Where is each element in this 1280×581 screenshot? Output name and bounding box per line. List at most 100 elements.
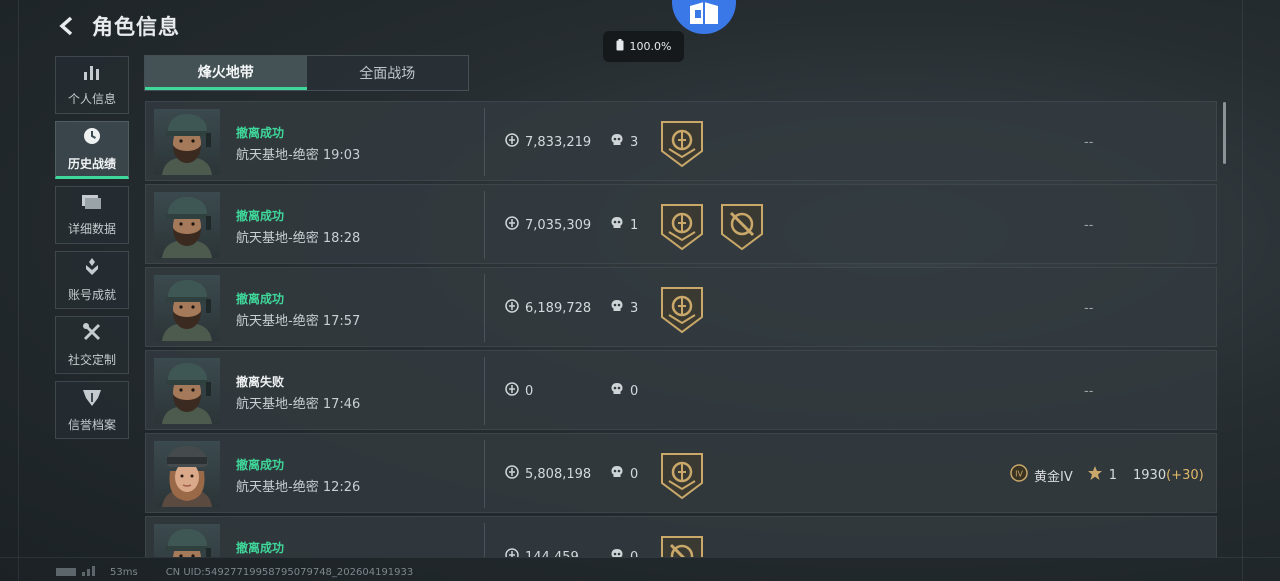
coin-icon bbox=[505, 216, 519, 234]
emblem-badge-icon[interactable] bbox=[659, 285, 705, 335]
skull-icon bbox=[610, 216, 624, 234]
value-amount: 6,189,728 bbox=[525, 300, 592, 316]
extraction-status: 撤离成功 bbox=[236, 209, 285, 223]
map-and-time: 航天基地-绝密 12:26 bbox=[236, 480, 361, 495]
kills-count: 0 bbox=[630, 383, 639, 399]
kills-count: 3 bbox=[630, 300, 639, 316]
coin-icon bbox=[505, 465, 519, 483]
player-avatar bbox=[154, 275, 220, 341]
row-divider bbox=[484, 191, 485, 259]
shield-wing-icon bbox=[81, 387, 103, 411]
map-and-time: 航天基地-绝密 17:46 bbox=[236, 397, 361, 412]
sidebar-item-detailed-data[interactable]: 详细数据 bbox=[55, 186, 129, 244]
player-avatar bbox=[154, 441, 220, 507]
extraction-status: 撤离成功 bbox=[236, 458, 285, 472]
sidebar-item-credit-record[interactable]: 信誉档案 bbox=[55, 381, 129, 439]
value-amount: 7,035,309 bbox=[525, 217, 592, 233]
player-avatar bbox=[154, 192, 220, 258]
value-amount: 5,808,198 bbox=[525, 466, 592, 482]
row-divider bbox=[484, 274, 485, 342]
kills-stat: 0 bbox=[610, 548, 638, 557]
emblem-badge-icon[interactable] bbox=[659, 202, 705, 252]
rank-placeholder: -- bbox=[1084, 384, 1094, 399]
rank-stars: 1 bbox=[1108, 467, 1118, 483]
sidebar-item-label: 信誉档案 bbox=[67, 418, 116, 432]
rank-placeholder: -- bbox=[1084, 135, 1094, 150]
crosshair-badge-icon[interactable] bbox=[719, 202, 765, 252]
skull-icon bbox=[610, 133, 624, 151]
row-divider bbox=[484, 108, 485, 176]
skull-icon bbox=[610, 465, 624, 483]
page-title: 角色信息 bbox=[92, 15, 180, 39]
match-record-row[interactable]: 撤离成功 航天基地-绝密 12:26 5,808,198 0 IV 黄金IV 1 1930 (+… bbox=[145, 433, 1217, 513]
rank-tier: 黄金IV bbox=[1034, 469, 1073, 485]
back-arrow-icon[interactable] bbox=[54, 13, 80, 39]
folder-icon bbox=[81, 193, 103, 215]
match-record-row[interactable]: 撤离成功航天基地-绝密 17:57 6,189,728 3 -- bbox=[145, 267, 1217, 347]
app-logo-icon bbox=[672, 0, 736, 34]
svg-text:IV: IV bbox=[1015, 470, 1023, 479]
match-record-row[interactable]: 撤离成功 144,459 0 bbox=[145, 516, 1217, 557]
sidebar-item-label: 历史战绩 bbox=[67, 157, 116, 171]
bar-chart-icon bbox=[82, 63, 102, 85]
value-stat: 5,808,198 bbox=[505, 465, 591, 483]
list-scrollbar[interactable] bbox=[1223, 102, 1226, 164]
skull-icon bbox=[610, 548, 624, 557]
value-stat: 7,035,309 bbox=[505, 216, 591, 234]
row-divider bbox=[484, 523, 485, 557]
coin-icon bbox=[505, 548, 519, 557]
signal-icon bbox=[56, 566, 100, 579]
value-amount: 0 bbox=[525, 383, 534, 399]
map-and-time: 航天基地-绝密 18:28 bbox=[236, 231, 361, 246]
sidebar-item-label: 个人信息 bbox=[67, 92, 116, 106]
match-record-row[interactable]: 撤离成功 航天基地-绝密 19:03 7,833,219 3 -- bbox=[145, 101, 1217, 181]
sidebar-item-history[interactable]: 历史战绩 bbox=[55, 121, 129, 179]
player-avatar bbox=[154, 109, 220, 175]
ping-label: 53ms bbox=[110, 567, 138, 578]
rank-score: 1930 bbox=[1133, 467, 1167, 483]
footer: 53ms CN UID:5492771995879507​9748_202604… bbox=[56, 566, 413, 579]
kills-count: 3 bbox=[630, 134, 639, 150]
sidebar-item-label: 账号成就 bbox=[67, 288, 116, 302]
battery-status: 100.0% bbox=[603, 31, 684, 62]
extraction-status: 撤离成功 bbox=[236, 126, 285, 140]
value-stat: 144,459 bbox=[505, 548, 579, 557]
sidebar: 个人信息 历史战绩 详细数据 账号成就 社交定制 信誉档案 bbox=[55, 56, 129, 446]
sidebar-item-achievements[interactable]: 账号成就 bbox=[55, 251, 129, 309]
battery-icon bbox=[616, 39, 624, 54]
emblem-badge-icon[interactable] bbox=[659, 451, 705, 501]
sidebar-item-social-custom[interactable]: 社交定制 bbox=[55, 316, 129, 374]
crosshair-badge-icon[interactable] bbox=[659, 534, 705, 557]
value-amount: 7,833,219 bbox=[525, 134, 592, 150]
kills-count: 1 bbox=[630, 217, 639, 233]
row-divider bbox=[484, 440, 485, 508]
value-amount: 144,459 bbox=[525, 549, 579, 558]
star-icon bbox=[1087, 465, 1103, 485]
value-stat: 7,833,219 bbox=[505, 133, 591, 151]
match-record-row[interactable]: 撤离失败 航天基地-绝密 17:46 0 0 -- bbox=[145, 350, 1217, 430]
sidebar-item-personal-info[interactable]: 个人信息 bbox=[55, 56, 129, 114]
kills-count: 0 bbox=[630, 549, 639, 558]
mode-tabs: 烽火地带 全面战场 bbox=[144, 55, 469, 91]
value-stat: 6,189,728 bbox=[505, 299, 591, 317]
coin-icon bbox=[505, 133, 519, 151]
player-avatar bbox=[154, 358, 220, 424]
achievement-icon bbox=[82, 257, 102, 281]
tab-full-battlefield[interactable]: 全面战场 bbox=[307, 56, 469, 90]
skull-icon bbox=[610, 299, 624, 317]
extraction-status: 撤离成功 bbox=[236, 541, 285, 555]
map-and-time: 航天基地-绝密 17:57 bbox=[236, 314, 361, 329]
rank-placeholder: -- bbox=[1084, 301, 1094, 316]
uid-label: CN UID:5492771995879507​9748_20260419193… bbox=[165, 567, 414, 578]
match-record-row[interactable]: 撤离成功 航天基地-绝密 18:28 7,035,309 1 -- bbox=[145, 184, 1217, 264]
coin-icon bbox=[505, 299, 519, 317]
rank-info: IV 黄金IV 1 1930 (+30) bbox=[1010, 464, 1204, 486]
sidebar-item-label: 社交定制 bbox=[67, 353, 116, 367]
tab-hazard-zone[interactable]: 烽火地带 bbox=[145, 56, 307, 90]
history-clock-icon bbox=[82, 126, 102, 150]
battery-label: 100.0% bbox=[629, 40, 672, 53]
extraction-status: 撤离成功 bbox=[236, 292, 285, 306]
emblem-badge-icon[interactable] bbox=[659, 119, 705, 169]
skull-icon bbox=[610, 382, 624, 400]
match-history-list: 撤离成功 航天基地-绝密 19:03 7,833,219 3 -- 撤离成功 航天基地-绝密… bbox=[145, 101, 1217, 557]
